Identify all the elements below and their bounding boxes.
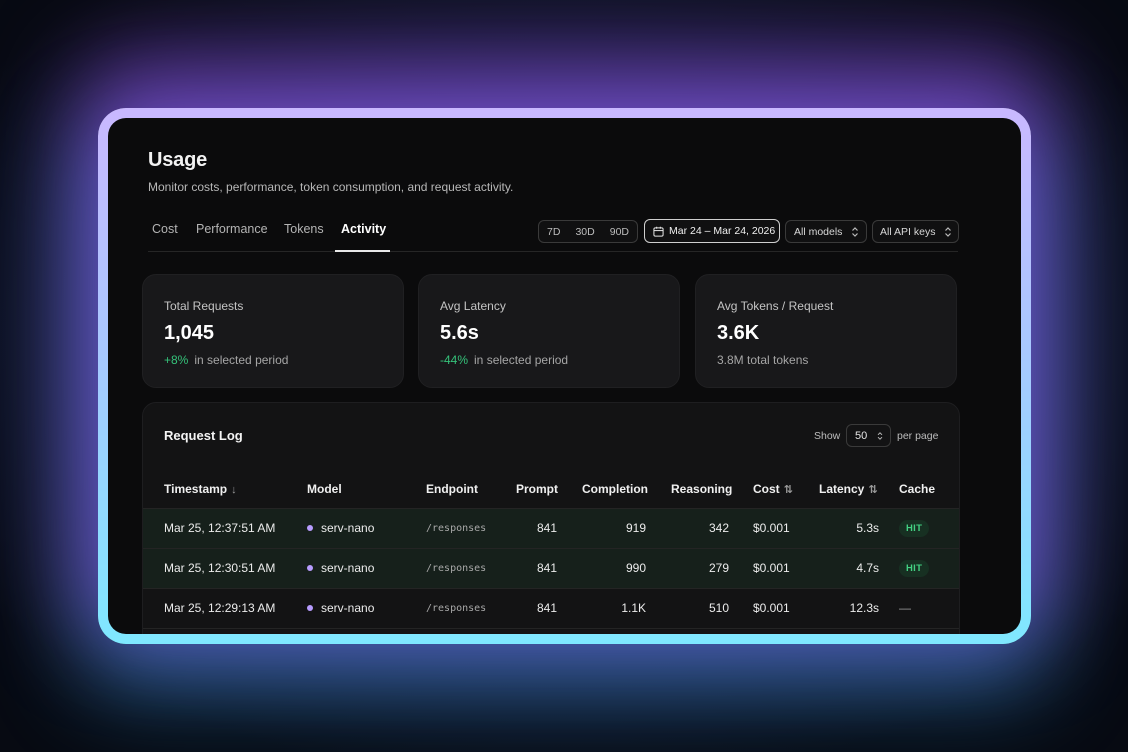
cell-cost: $0.001 <box>753 521 790 535</box>
table-row[interactable] <box>143 629 959 634</box>
tab-activity[interactable]: Activity <box>341 222 386 236</box>
page-size-value: 50 <box>855 429 868 442</box>
avg-tokens-card: Avg Tokens / Request 3.6K 3.8M total tok… <box>695 274 957 388</box>
cache-hit-badge: HIT <box>899 520 930 537</box>
card-delta: -44% <box>440 353 469 367</box>
column-label: Timestamp <box>164 482 228 496</box>
model-name: serv-nano <box>321 521 375 535</box>
chevron-up-down-icon <box>945 226 952 237</box>
cell-prompt: 841 <box>536 601 557 615</box>
cell-reasoning: 510 <box>708 601 729 615</box>
card-note: in selected period <box>194 353 289 367</box>
table-header: Timestamp ↓ Model Endpoint Prompt Complet… <box>143 473 959 509</box>
page-size-select[interactable]: 50 <box>846 424 891 447</box>
cell-timestamp: Mar 25, 12:37:51 AM <box>164 521 276 535</box>
card-label: Total Requests <box>164 299 244 313</box>
avg-latency-card: Avg Latency 5.6s -44% in selected period <box>418 274 680 388</box>
tab-tokens[interactable]: Tokens <box>284 222 324 236</box>
model-name: serv-nano <box>321 561 375 575</box>
cell-cost: $0.001 <box>753 601 790 615</box>
card-value: 3.6K <box>717 322 760 344</box>
device-frame: Usage Monitor costs, performance, token … <box>98 108 1031 644</box>
cell-model: serv-nano <box>307 521 374 535</box>
period-selector: 7D 30D 90D <box>538 220 638 243</box>
show-label: Show <box>814 430 841 442</box>
column-header-endpoint: Endpoint <box>426 482 478 496</box>
cell-latency: 4.7s <box>856 561 879 575</box>
cache-hit-badge: HIT <box>899 560 930 577</box>
per-page-label: per page <box>897 430 939 442</box>
arrow-down-icon: ↓ <box>231 484 237 496</box>
column-header-completion: Completion <box>582 482 648 496</box>
api-keys-select[interactable]: All API keys <box>872 220 959 243</box>
total-requests-card: Total Requests 1,045 +8% in selected peri… <box>142 274 404 388</box>
sort-icon: ⇅ <box>868 484 878 496</box>
cell-endpoint: /responses <box>426 523 487 534</box>
column-header-cost[interactable]: Cost ⇅ <box>753 482 793 496</box>
cell-reasoning: 279 <box>708 561 729 575</box>
period-90d[interactable]: 90D <box>610 226 629 238</box>
period-30d[interactable]: 30D <box>575 226 594 238</box>
cell-completion: 990 <box>625 561 646 575</box>
card-note: in selected period <box>474 353 569 367</box>
cell-completion: 1.1K <box>621 601 646 615</box>
model-dot-icon <box>307 524 313 531</box>
cell-completion: 919 <box>625 521 646 535</box>
card-label: Avg Tokens / Request <box>717 299 834 313</box>
column-header-model: Model <box>307 482 342 496</box>
models-select[interactable]: All models <box>785 220 867 243</box>
column-header-prompt: Prompt <box>516 482 558 496</box>
chevron-up-down-icon <box>877 431 883 440</box>
card-note: 3.8M total tokens <box>717 353 809 367</box>
column-label: Latency <box>819 482 865 496</box>
column-header-timestamp[interactable]: Timestamp ↓ <box>164 482 237 496</box>
card-value: 1,045 <box>164 322 215 344</box>
column-label: Cost <box>753 482 780 496</box>
card-subtext: -44% in selected period <box>440 353 568 367</box>
column-header-cache: Cache <box>899 482 936 496</box>
model-dot-icon <box>307 564 313 571</box>
cell-latency: 5.3s <box>856 521 879 535</box>
cell-model: serv-nano <box>307 601 374 615</box>
request-log-title: Request Log <box>164 428 243 443</box>
request-log-panel: Request Log Show 50 per page Timestamp ↓ … <box>142 402 960 634</box>
cell-cost: $0.001 <box>753 561 790 575</box>
cell-reasoning: 342 <box>708 521 729 535</box>
page-subtitle: Monitor costs, performance, token consum… <box>148 180 514 194</box>
cell-endpoint: /responses <box>426 603 487 614</box>
cell-prompt: 841 <box>536 521 557 535</box>
page-title: Usage <box>148 149 208 171</box>
card-value: 5.6s <box>440 322 479 344</box>
column-header-latency[interactable]: Latency ⇅ <box>819 482 878 496</box>
cell-endpoint: /responses <box>426 563 487 574</box>
date-range-label: Mar 24 – Mar 24, 2026 <box>669 225 776 237</box>
usage-screen: Usage Monitor costs, performance, token … <box>108 118 1021 634</box>
cell-timestamp: Mar 25, 12:29:13 AM <box>164 601 276 615</box>
tab-cost[interactable]: Cost <box>152 222 178 236</box>
tab-performance[interactable]: Performance <box>196 222 268 236</box>
active-tab-indicator <box>335 250 390 252</box>
sort-icon: ⇅ <box>783 484 793 496</box>
card-delta: +8% <box>164 353 189 367</box>
table-row[interactable]: Mar 25, 12:37:51 AM serv-nano /responses… <box>143 509 959 549</box>
table-row[interactable]: Mar 25, 12:29:13 AM serv-nano /responses… <box>143 589 959 629</box>
api-keys-select-label: All API keys <box>880 225 936 238</box>
cell-prompt: 841 <box>536 561 557 575</box>
chevron-up-down-icon <box>852 226 859 237</box>
card-label: Avg Latency <box>440 299 506 313</box>
column-header-reasoning: Reasoning <box>671 482 733 496</box>
table-row[interactable]: Mar 25, 12:30:51 AM serv-nano /responses… <box>143 549 959 589</box>
cell-latency: 12.3s <box>849 601 879 615</box>
cell-timestamp: Mar 25, 12:30:51 AM <box>164 561 276 575</box>
calendar-icon <box>653 226 664 237</box>
model-name: serv-nano <box>321 601 375 615</box>
cache-miss-indicator: — <box>899 601 911 615</box>
cell-model: serv-nano <box>307 561 374 575</box>
card-subtext: +8% in selected period <box>164 353 288 367</box>
model-dot-icon <box>307 604 313 611</box>
period-7d[interactable]: 7D <box>547 226 560 238</box>
models-select-label: All models <box>794 225 843 238</box>
date-range-button[interactable]: Mar 24 – Mar 24, 2026 <box>644 219 780 243</box>
